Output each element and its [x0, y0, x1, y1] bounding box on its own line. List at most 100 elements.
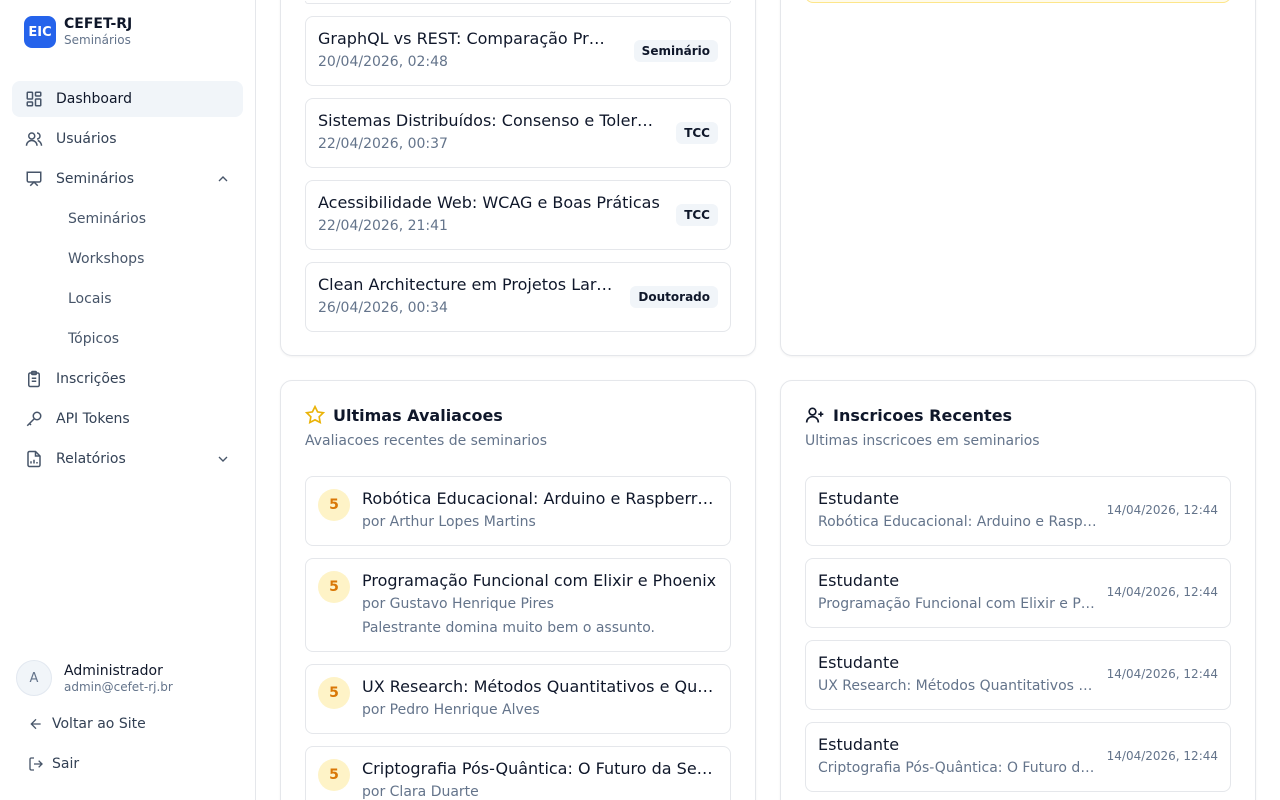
sidebar-item-seminarios[interactable]: Seminários — [12, 161, 243, 197]
back-to-site-label: Voltar ao Site — [52, 716, 146, 732]
sidebar-subitem-seminarios[interactable]: Seminários — [12, 201, 243, 237]
brand-logo: EIC — [24, 16, 56, 48]
users-icon — [24, 129, 44, 149]
review-author: por Arthur Lopes Martins — [362, 514, 536, 530]
review-item[interactable]: 5 Programação Funcional com Elixir e Pho… — [305, 558, 731, 652]
review-comment: Palestrante domina muito bem o assunto. — [362, 620, 656, 636]
registration-item[interactable]: Estudante Criptografia Pós-Quântica: O F… — [805, 722, 1231, 792]
sidebar-item-label: Seminários — [56, 171, 134, 187]
registration-role: Estudante — [818, 653, 900, 672]
upcoming-seminar-item[interactable]: GraphQL vs REST: Comparação Prática 20/0… — [305, 16, 731, 86]
reviews-title: Ultimas Avaliacoes — [305, 405, 503, 425]
review-item[interactable]: 5 UX Research: Métodos Quantitativos e Q… — [305, 664, 731, 734]
arrow-left-icon — [30, 718, 41, 730]
registration-seminar: Robótica Educacional: Arduino e Raspberr… — [818, 514, 1098, 530]
seminar-type-badge: TCC — [676, 122, 718, 144]
reviews-title-text: Ultimas Avaliacoes — [333, 405, 503, 425]
review-author: por Gustavo Henrique Pires — [362, 596, 554, 612]
presentation-icon — [24, 169, 44, 189]
chevron-down-icon — [218, 456, 228, 462]
upcoming-seminar-item[interactable]: Clean Architecture em Projetos Larga Esc… — [305, 262, 731, 332]
back-to-site-link[interactable]: Voltar ao Site — [28, 716, 146, 732]
chevron-up-icon — [218, 176, 228, 182]
registration-time: 14/04/2026, 12:44 — [1106, 503, 1218, 517]
review-item[interactable]: 5 Robótica Educacional: Arduino e Raspbe… — [305, 476, 731, 546]
latest-reviews-card: Ultimas Avaliacoes Avaliacoes recentes d… — [280, 380, 756, 800]
file-chart-icon — [24, 449, 44, 469]
sidebar: EIC CEFET-RJ Seminários Dashboard Usuári… — [0, 0, 256, 800]
reviews-description: Avaliacoes recentes de seminarios — [305, 433, 548, 449]
seminar-title: GraphQL vs REST: Comparação Prática — [318, 29, 614, 48]
seminar-date: 20/04/2026, 02:48 — [318, 54, 448, 70]
star-icon — [305, 405, 325, 425]
upcoming-seminar-item[interactable]: Sistemas Distribuídos: Consenso e Tolerâ… — [305, 98, 731, 168]
registrations-title-text: Inscricoes Recentes — [833, 405, 1013, 425]
review-item[interactable]: 5 Criptografia Pós-Quântica: O Futuro da… — [305, 746, 731, 800]
user-plus-icon — [805, 407, 824, 423]
sidebar-item-label: Dashboard — [56, 91, 132, 107]
seminar-date: 22/04/2026, 21:41 — [318, 218, 448, 234]
seminar-date: 22/04/2026, 00:37 — [318, 136, 448, 152]
brand[interactable]: EIC CEFET-RJ Seminários — [24, 16, 132, 48]
review-seminar-title: Criptografia Pós-Quântica: O Futuro da S… — [362, 759, 718, 778]
rating-badge: 5 — [318, 571, 350, 603]
clipboard-list-icon — [24, 369, 44, 389]
registration-seminar: Programação Funcional com Elixir e Phoen… — [818, 596, 1098, 612]
sidebar-subitem-workshops[interactable]: Workshops — [12, 241, 243, 277]
list-item-partial — [305, 1, 731, 4]
sidebar-item-relatorios[interactable]: Relatórios — [12, 441, 243, 477]
alert-partial — [805, 0, 1231, 3]
registration-seminar: Criptografia Pós-Quântica: O Futuro da S… — [818, 760, 1098, 776]
registration-role: Estudante — [818, 489, 900, 508]
sidebar-item-api-tokens[interactable]: API Tokens — [12, 401, 243, 437]
sidebar-subitem-topicos[interactable]: Tópicos — [12, 321, 243, 357]
registration-item[interactable]: Estudante UX Research: Métodos Quantitat… — [805, 640, 1231, 710]
registration-seminar: UX Research: Métodos Quantitativos e Qua… — [818, 678, 1098, 694]
seminar-type-badge: TCC — [676, 204, 718, 226]
avatar: A — [16, 660, 52, 696]
registrations-description: Ultimas inscricoes em seminarios — [805, 433, 1040, 449]
key-icon — [24, 409, 44, 429]
registration-time: 14/04/2026, 12:44 — [1106, 667, 1218, 681]
sidebar-nav: Dashboard Usuários Seminários Seminários… — [12, 81, 243, 481]
seminar-title: Acessibilidade Web: WCAG e Boas Práticas — [318, 193, 660, 212]
seminar-type-badge: Seminário — [633, 40, 718, 62]
registration-role: Estudante — [818, 735, 900, 754]
sidebar-item-label: Usuários — [56, 131, 117, 147]
registration-role: Estudante — [818, 571, 900, 590]
brand-name: CEFET-RJ — [64, 16, 133, 32]
review-seminar-title: UX Research: Métodos Quantitativos e Qua… — [362, 677, 718, 696]
user-profile[interactable]: A Administrador admin@cefet-rj.br — [16, 660, 173, 696]
logout-link[interactable]: Sair — [28, 756, 79, 772]
sidebar-item-label: API Tokens — [56, 411, 130, 427]
summary-card — [780, 0, 1256, 356]
user-email: admin@cefet-rj.br — [64, 680, 173, 694]
upcoming-seminars-card: GraphQL vs REST: Comparação Prática 20/0… — [280, 0, 756, 356]
review-seminar-title: Robótica Educacional: Arduino e Raspberr… — [362, 489, 718, 508]
registration-time: 14/04/2026, 12:44 — [1106, 749, 1218, 763]
user-name: Administrador — [64, 663, 163, 679]
sidebar-item-label: Relatórios — [56, 451, 126, 467]
sidebar-item-inscricoes[interactable]: Inscrições — [12, 361, 243, 397]
seminar-title: Sistemas Distribuídos: Consenso e Tolerâ… — [318, 111, 656, 130]
rating-badge: 5 — [318, 489, 350, 521]
review-author: por Clara Duarte — [362, 784, 479, 800]
review-author: por Pedro Henrique Alves — [362, 702, 540, 718]
brand-subtitle: Seminários — [64, 33, 131, 47]
registration-item[interactable]: Estudante Robótica Educacional: Arduino … — [805, 476, 1231, 546]
logout-label: Sair — [52, 756, 80, 772]
upcoming-seminar-item[interactable]: Acessibilidade Web: WCAG e Boas Práticas… — [305, 180, 731, 250]
rating-badge: 5 — [318, 677, 350, 709]
recent-registrations-card: Inscricoes Recentes Ultimas inscricoes e… — [780, 380, 1256, 800]
registration-item[interactable]: Estudante Programação Funcional com Elix… — [805, 558, 1231, 628]
dashboard-icon — [24, 89, 44, 109]
logout-icon — [29, 757, 43, 771]
sidebar-subitem-locais[interactable]: Locais — [12, 281, 243, 317]
sidebar-item-label: Inscrições — [56, 371, 126, 387]
seminar-title: Clean Architecture em Projetos Larga Esc… — [318, 275, 614, 294]
registrations-title: Inscricoes Recentes — [805, 405, 1012, 425]
sidebar-item-dashboard[interactable]: Dashboard — [12, 81, 243, 117]
seminar-type-badge: Doutorado — [630, 286, 718, 308]
review-seminar-title: Programação Funcional com Elixir e Phoen… — [362, 571, 717, 590]
sidebar-item-usuarios[interactable]: Usuários — [12, 121, 243, 157]
